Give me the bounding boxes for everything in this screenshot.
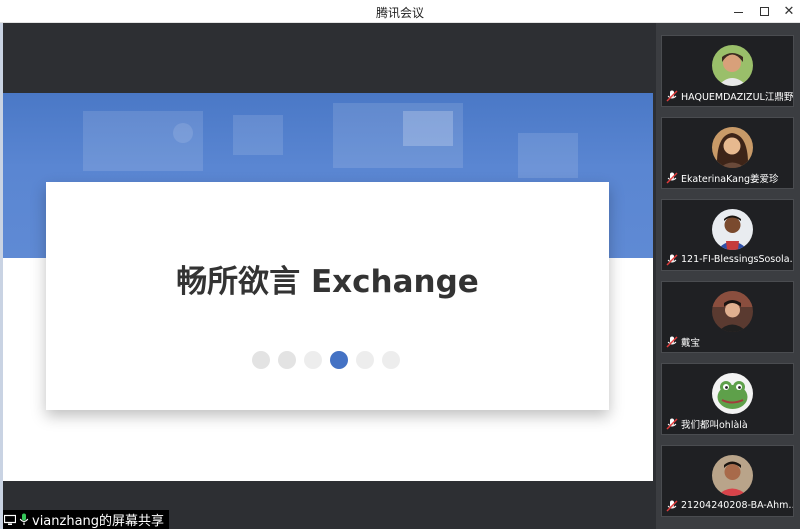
participant-name: EkaterinaKang姜爱珍 [681, 173, 779, 185]
avatar [712, 209, 753, 250]
participant-name: 121-FI-BlessingsSosola… [681, 254, 793, 265]
minimize-icon[interactable] [725, 0, 751, 22]
participant-name: 我们都叫ohlàlà [681, 419, 748, 431]
avatar [712, 127, 753, 168]
screen-share-icon [4, 514, 16, 525]
participant-tile[interactable]: 我们都叫ohlàlà [661, 363, 794, 435]
pagination-dot [356, 351, 374, 369]
window-edge [0, 23, 3, 529]
close-icon[interactable]: ✕ [776, 0, 800, 22]
participant-tile[interactable]: 戴宝 [661, 281, 794, 353]
participant-tile[interactable]: 21204240208-BA-Ahm… [661, 445, 794, 517]
mic-muted-icon [666, 499, 678, 512]
mic-muted-icon [666, 253, 678, 266]
slide-pagination [252, 351, 400, 369]
share-label-text: vianzhang的屏幕共享 [32, 514, 165, 529]
pagination-dot [382, 351, 400, 369]
participant-tile[interactable]: 121-FI-BlessingsSosola… [661, 199, 794, 271]
slide-title: 畅所欲言 Exchange [176, 264, 479, 300]
pagination-dot [278, 351, 296, 369]
participant-panel: HAQUEMDAZIZUL江鼎野 EkaterinaKang姜爱珍 121-FI… [656, 23, 800, 529]
pagination-dot [304, 351, 322, 369]
mic-muted-icon [666, 417, 678, 430]
maximize-icon[interactable] [751, 0, 777, 22]
mic-muted-icon [666, 335, 678, 348]
mic-icon [19, 513, 29, 525]
title-bar: 腾讯会议 ✕ [0, 0, 800, 23]
participant-tile[interactable]: EkaterinaKang姜爱珍 [661, 117, 794, 189]
avatar [712, 373, 753, 414]
participant-name: 21204240208-BA-Ahm… [681, 500, 793, 511]
participant-name: HAQUEMDAZIZUL江鼎野 [681, 91, 793, 103]
participant-tile[interactable]: HAQUEMDAZIZUL江鼎野 [661, 35, 794, 107]
avatar [712, 291, 753, 332]
window-title: 腾讯会议 [375, 6, 424, 20]
pagination-dot-active [330, 351, 348, 369]
slide-title-card: 畅所欲言 Exchange [46, 182, 609, 410]
mic-muted-icon [666, 89, 678, 102]
avatar [712, 455, 753, 496]
presentation-slide: 畅所欲言 Exchange [3, 93, 653, 481]
screen-share-area: 畅所欲言 Exchange vianzhang的屏幕共享 [0, 23, 656, 529]
avatar [712, 45, 753, 86]
mic-muted-icon [666, 171, 678, 184]
participant-name: 戴宝 [681, 337, 701, 349]
pagination-dot [252, 351, 270, 369]
screen-share-label: vianzhang的屏幕共享 [0, 510, 170, 529]
